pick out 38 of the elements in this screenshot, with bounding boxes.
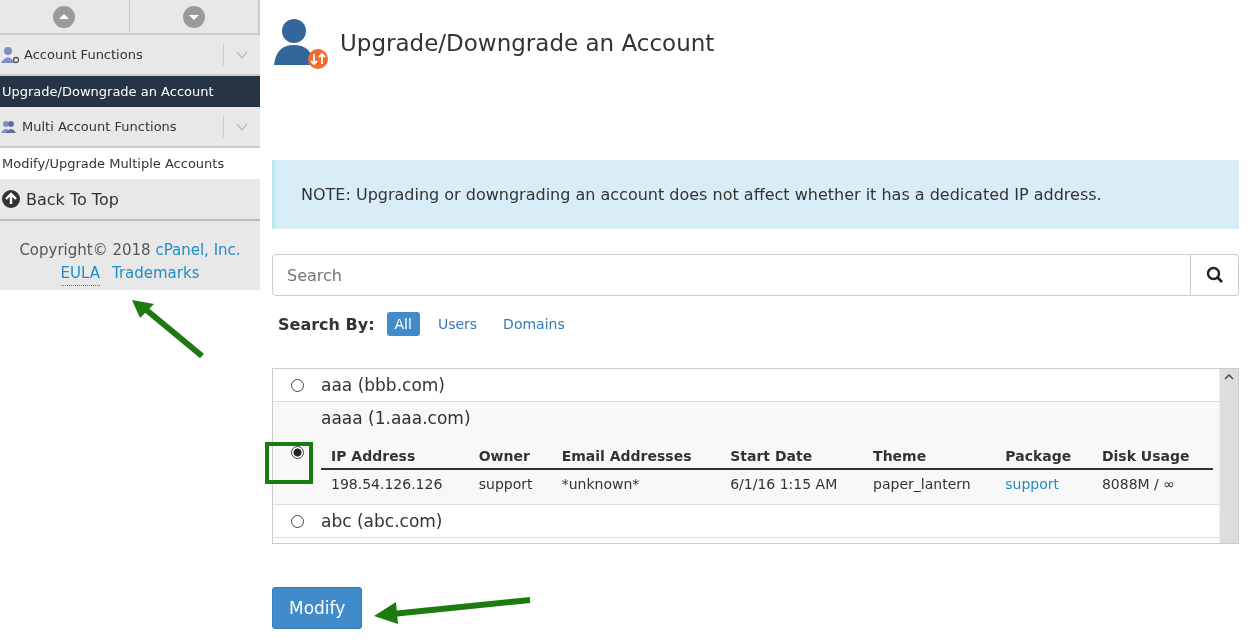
arrow-up-circle-icon[interactable] [2,190,20,208]
table-cell: 198.54.126.126 [331,476,443,492]
sidebar-item[interactable]: Upgrade/Downgrade an Account [0,76,260,107]
search-button[interactable] [1191,254,1239,296]
filter-option[interactable]: Users [429,312,486,336]
modify-button[interactable]: Modify [272,587,363,629]
scroll-up-icon[interactable] [1224,373,1234,381]
package-link[interactable]: support [1005,476,1060,492]
scrollbar[interactable] [1219,369,1238,543]
page-title: Upgrade/Downgrade an Account [340,30,715,56]
account-name[interactable]: aaaa (1.aaa.com) [321,408,1213,428]
radio-button[interactable] [290,446,304,459]
table-cell: *unknown* [561,476,640,492]
table-cell: 6/1/16 1:15 AM [730,476,838,492]
back-to-top-link[interactable]: Back To Top [26,189,119,209]
table-cell: paper_lantern [873,476,971,492]
column-header: Start Date [720,444,864,469]
filter-option[interactable]: Domains [495,312,573,336]
table-cell: 8088M / ∞ [1101,476,1175,492]
table-cell: support [478,476,533,492]
users-icon [0,119,18,134]
account-name[interactable]: aaa (bbb.com) [321,375,445,395]
copyright-text: Copyright© 2018 [19,241,151,259]
user-gear-icon [0,45,20,64]
column-header: IP Address [321,444,469,469]
column-header: Theme [863,444,996,469]
search-icon [1205,266,1224,284]
column-header: Email Addresses [551,444,721,469]
column-header: Owner [468,444,552,469]
account-name[interactable]: abc (abc.com) [321,511,443,531]
highlight-frame [265,442,313,484]
note-callout: NOTE: Upgrading or downgrading an account does not affect whether it has a dedicated IP address. [272,160,1239,229]
column-header: Disk Usage [1091,444,1213,469]
filter-option[interactable]: All [386,312,420,336]
scroll-down-icon[interactable] [182,5,205,28]
search-field[interactable]: Search [272,254,1191,296]
search-by-label: Search By: [277,314,376,334]
column-header: Package [995,444,1092,469]
